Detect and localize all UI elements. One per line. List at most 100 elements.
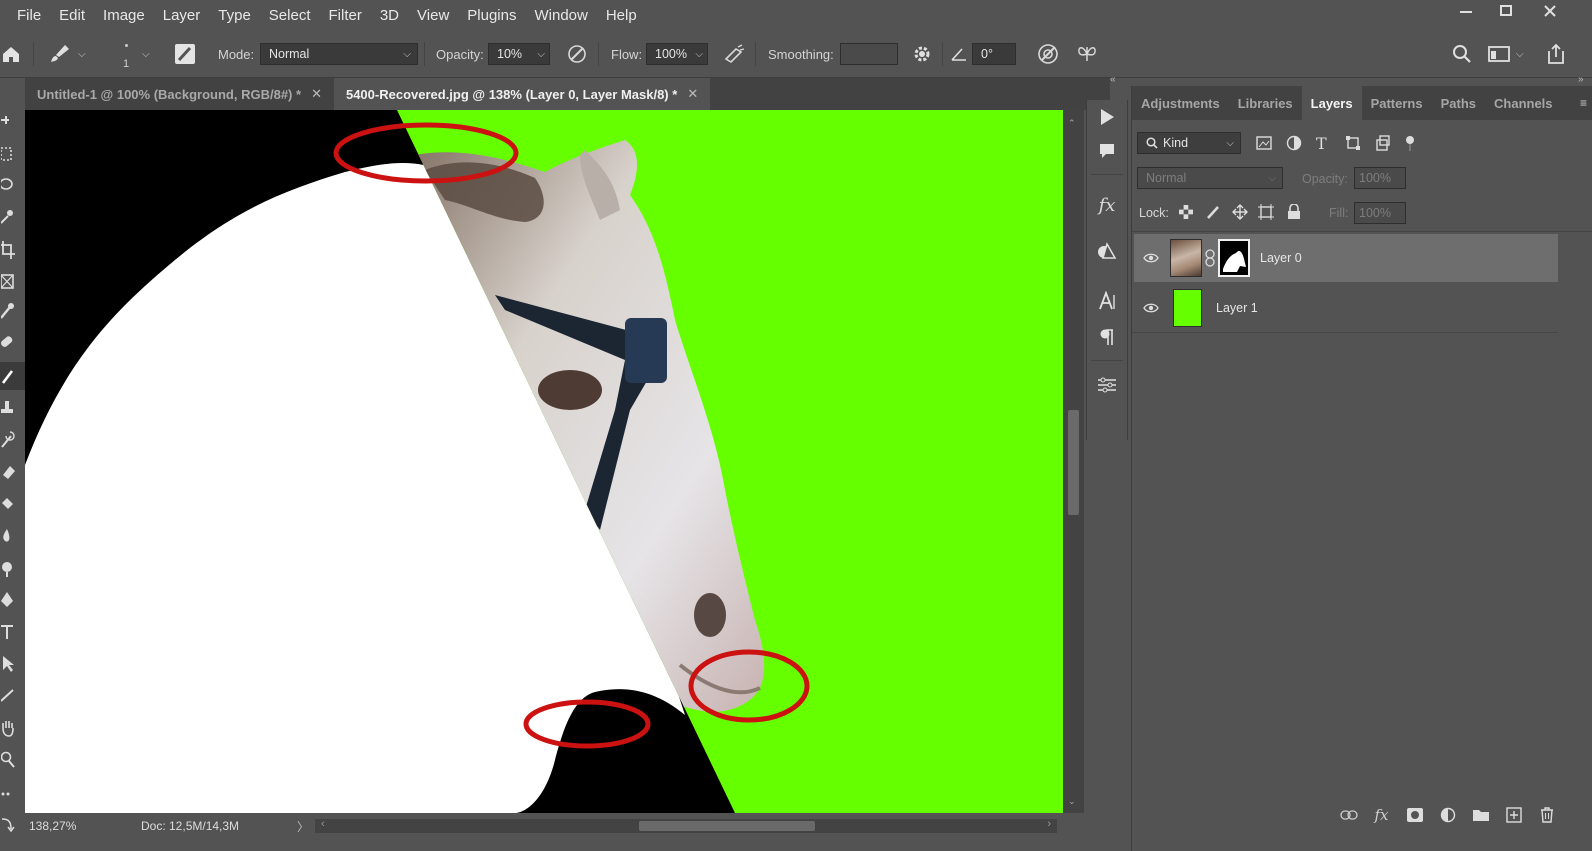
scroll-left-icon[interactable]: ‹ [321, 818, 325, 830]
shape-tool-icon[interactable] [0, 682, 25, 710]
brush-tool-icon[interactable] [0, 362, 25, 390]
filter-adjustment-icon[interactable] [1286, 135, 1302, 151]
link-chain-icon[interactable] [1202, 249, 1218, 267]
home-icon[interactable] [0, 30, 22, 78]
layer-thumbnail[interactable] [1170, 239, 1202, 277]
close-icon[interactable]: ✕ [311, 86, 322, 102]
delete-layer-trash-icon[interactable] [1530, 807, 1563, 823]
filter-pixel-icon[interactable] [1256, 135, 1272, 151]
move-tool-icon[interactable] [0, 106, 25, 134]
new-adjustment-layer-icon[interactable] [1431, 807, 1464, 823]
layer-style-fx-icon[interactable]: fx [1365, 806, 1398, 824]
hand-tool-icon[interactable] [0, 714, 25, 742]
marquee-tool-icon[interactable] [0, 140, 25, 168]
smoothing-input[interactable] [840, 43, 898, 65]
tab-channels[interactable]: Channels [1485, 86, 1562, 120]
menu-select[interactable]: Select [260, 7, 320, 24]
close-icon[interactable] [1530, 0, 1570, 22]
brush-angle-input[interactable]: 0° [972, 43, 1016, 65]
layer-mask-thumbnail[interactable] [1218, 239, 1250, 277]
menu-file[interactable]: File [0, 7, 50, 24]
blur-tool-icon[interactable] [0, 522, 25, 550]
more-tools-icon[interactable] [0, 780, 25, 808]
clone-stamp-tool-icon[interactable] [0, 394, 25, 422]
quick-selection-tool-icon[interactable] [0, 202, 25, 230]
frame-tool-icon[interactable] [0, 268, 25, 296]
scrollbar-thumb[interactable] [639, 821, 815, 831]
layer-row-layer-0[interactable]: Layer 0 [1134, 234, 1558, 282]
new-group-folder-icon[interactable] [1464, 808, 1497, 822]
tab-layers[interactable]: Layers [1301, 86, 1362, 120]
scroll-down-icon[interactable]: ⌄ [1068, 796, 1076, 807]
add-mask-icon[interactable] [1398, 808, 1431, 822]
opacity-input[interactable]: 10% ⌵ [488, 43, 550, 65]
layer-thumbnail[interactable] [1173, 289, 1202, 327]
pressure-size-icon[interactable] [1036, 30, 1060, 78]
brush-settings-panel-toggle[interactable] [174, 30, 198, 78]
close-icon[interactable]: ✕ [687, 86, 698, 102]
menu-window[interactable]: Window [525, 7, 596, 24]
filter-toggle-icon[interactable] [1405, 135, 1415, 151]
layer-row-layer-1[interactable]: Layer 1 [1134, 284, 1558, 332]
swap-colors-icon[interactable] [0, 810, 25, 838]
layer-opacity-input[interactable]: 100% [1354, 167, 1406, 189]
visibility-eye-icon[interactable] [1134, 253, 1168, 263]
visibility-eye-icon[interactable] [1134, 303, 1168, 313]
tab-paths[interactable]: Paths [1432, 86, 1485, 120]
filter-shape-icon[interactable] [1345, 135, 1361, 151]
blend-mode-select[interactable]: Normal ⌵ [1137, 167, 1283, 189]
menu-type[interactable]: Type [209, 7, 260, 24]
menu-filter[interactable]: Filter [320, 7, 371, 24]
search-icon[interactable] [1452, 30, 1472, 78]
lock-transparent-pixels-icon[interactable] [1179, 205, 1193, 219]
tab-adjustments[interactable]: Adjustments [1132, 86, 1229, 120]
lock-artboard-icon[interactable] [1258, 204, 1274, 220]
filter-smart-object-icon[interactable] [1375, 135, 1391, 151]
scroll-up-icon[interactable]: ⌃ [1068, 118, 1076, 129]
gear-icon[interactable] [912, 30, 932, 78]
menu-help[interactable]: Help [597, 7, 646, 24]
panel-menu-icon[interactable]: ≡ [1580, 96, 1587, 110]
pen-tool-icon[interactable] [0, 586, 25, 614]
styles-fx-icon[interactable]: fx [1087, 188, 1127, 222]
menu-3d[interactable]: 3D [371, 7, 408, 24]
history-brush-tool-icon[interactable] [0, 426, 25, 454]
status-menu-arrow-icon[interactable]: 〉 [297, 818, 309, 835]
lock-image-pixels-icon[interactable] [1206, 204, 1222, 220]
new-layer-icon[interactable] [1497, 807, 1530, 823]
airbrush-icon[interactable] [722, 30, 746, 78]
eraser-tool-icon[interactable] [0, 458, 25, 486]
menu-edit[interactable]: Edit [50, 7, 94, 24]
lasso-tool-icon[interactable] [0, 171, 25, 199]
eyedropper-tool-icon[interactable] [0, 296, 25, 324]
menu-view[interactable]: View [408, 7, 458, 24]
dodge-tool-icon[interactable] [0, 554, 25, 582]
filter-type-icon[interactable]: T [1316, 134, 1327, 153]
adjustments-shapes-icon[interactable] [1087, 234, 1127, 268]
actions-play-icon[interactable] [1087, 100, 1127, 134]
lock-position-icon[interactable] [1232, 204, 1248, 220]
crop-tool-icon[interactable] [0, 236, 25, 264]
brush-size-picker[interactable]: 1 ⌵ [112, 30, 162, 78]
comments-icon[interactable] [1087, 134, 1127, 168]
type-tool-icon[interactable] [0, 618, 25, 646]
document-canvas[interactable] [25, 110, 1063, 813]
healing-brush-tool-icon[interactable] [0, 328, 25, 356]
mode-select[interactable]: Normal ⌵ [260, 43, 418, 65]
share-icon[interactable] [1546, 30, 1566, 78]
horizontal-scrollbar[interactable]: ‹ › [315, 818, 1057, 833]
scroll-right-icon[interactable]: › [1047, 818, 1051, 830]
flow-input[interactable]: 100% ⌵ [646, 43, 708, 65]
tab-libraries[interactable]: Libraries [1229, 86, 1302, 120]
character-icon[interactable] [1087, 284, 1127, 318]
tab-untitled-1[interactable]: Untitled-1 @ 100% (Background, RGB/8#) *… [25, 78, 334, 110]
zoom-level[interactable]: 138,27% [29, 819, 76, 833]
tab-patterns[interactable]: Patterns [1362, 86, 1432, 120]
paint-bucket-tool-icon[interactable] [0, 490, 25, 518]
path-selection-tool-icon[interactable] [0, 650, 25, 678]
lock-all-icon[interactable] [1287, 204, 1301, 220]
scrollbar-thumb[interactable] [1068, 410, 1079, 515]
expand-panels-icon[interactable]: » [1578, 74, 1584, 85]
minimize-icon[interactable] [1446, 0, 1486, 22]
link-layers-icon[interactable] [1332, 810, 1365, 820]
